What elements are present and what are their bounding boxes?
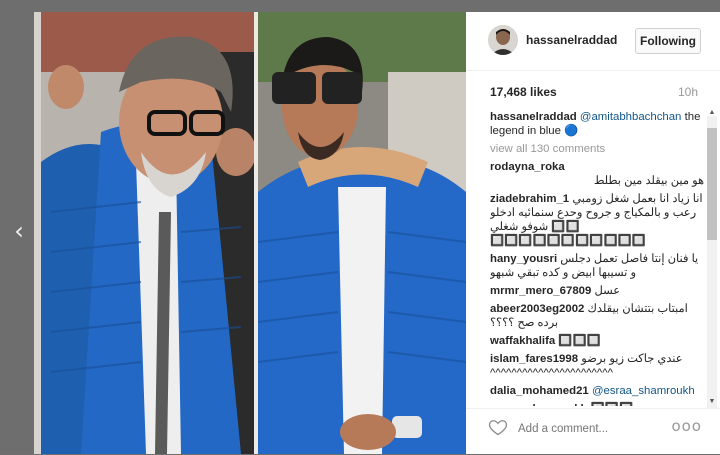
comment-row: rodayna_roka هو مين بيقلد مين بطلط xyxy=(490,160,704,188)
comment-username[interactable]: ziadebrahim_1 xyxy=(490,193,569,205)
comment-mention[interactable]: @esraa_shamroukh xyxy=(592,385,695,397)
comment-text: هو مين بيقلد مين بطلط xyxy=(593,175,704,187)
comment-row: abeer2003eg2002 امبتاب بتتشان بيقلدك برد… xyxy=(490,302,704,330)
comments-list[interactable]: hassanelraddad @amitabhbachchan the lege… xyxy=(490,110,704,406)
username-link[interactable]: hassanelraddad xyxy=(526,33,617,47)
photo-left-panel xyxy=(41,12,254,454)
more-options-icon[interactable]: ooo xyxy=(671,417,702,435)
photo-right-illustration xyxy=(258,12,466,454)
post-footer: ooo xyxy=(466,408,720,455)
comment-username[interactable]: hany_yousri xyxy=(490,253,557,265)
scroll-down-arrow-icon[interactable]: ▼ xyxy=(707,397,717,406)
comment-row: islam_fares1998 عندي جاكت زيو برضو ^^^^^… xyxy=(490,352,704,380)
comment-text: عسل xyxy=(594,285,621,297)
comment-username[interactable]: dalia_mohamed21 xyxy=(490,385,589,397)
previous-post-arrow-icon[interactable]: ‹ xyxy=(6,216,32,246)
comment-row: mrmr_mero_67809 عسل xyxy=(490,284,704,298)
comment-row: ziadebrahim_1 انا زياد انا بعمل شغل زومب… xyxy=(490,192,704,248)
avatar-image xyxy=(488,25,518,55)
avatar[interactable] xyxy=(488,25,518,55)
comment-username[interactable]: esraa_shamroukh xyxy=(490,403,588,406)
caption-mention[interactable]: @amitabhbachchan xyxy=(580,111,682,123)
likes-count[interactable]: 17,468 likes xyxy=(490,85,557,99)
comment-row: esraa_shamroukh 🔲🔲🔲 xyxy=(490,402,704,406)
comment-username[interactable]: mrmr_mero_67809 xyxy=(490,285,591,297)
post-timestamp[interactable]: 10h xyxy=(678,85,698,99)
comment-username[interactable]: rodayna_roka xyxy=(490,161,565,173)
post-details-panel: hassanelraddad Following 17,468 likes 10… xyxy=(466,12,720,454)
comments-scrollbar-thumb[interactable] xyxy=(707,128,717,240)
photo-left-illustration xyxy=(41,12,254,454)
view-all-comments-link[interactable]: view all 130 comments xyxy=(490,142,704,156)
add-comment-input[interactable] xyxy=(516,420,660,438)
comment-username[interactable]: waffakhalifa xyxy=(490,335,555,347)
caption-username[interactable]: hassanelraddad xyxy=(490,111,577,123)
comment-row: hany_yousri يا فنان إنتا فاصل تعمل دجلس … xyxy=(490,252,704,280)
comment-username[interactable]: abeer2003eg2002 xyxy=(490,303,584,315)
post-photo xyxy=(34,12,466,454)
comment-row: waffakhalifa 🔲🔲🔲 xyxy=(490,334,704,348)
heart-icon[interactable] xyxy=(488,417,508,437)
following-button[interactable]: Following xyxy=(635,28,701,54)
comment-username[interactable]: islam_fares1998 xyxy=(490,353,578,365)
comment-row: dalia_mohamed21 @esraa_shamroukh xyxy=(490,384,704,398)
post-header: hassanelraddad Following xyxy=(466,12,720,71)
photo-right-panel xyxy=(258,12,466,454)
comment-text: 🔲🔲🔲 xyxy=(591,403,634,406)
caption: hassanelraddad @amitabhbachchan the lege… xyxy=(490,110,704,138)
comment-text: 🔲🔲🔲 xyxy=(558,335,601,347)
